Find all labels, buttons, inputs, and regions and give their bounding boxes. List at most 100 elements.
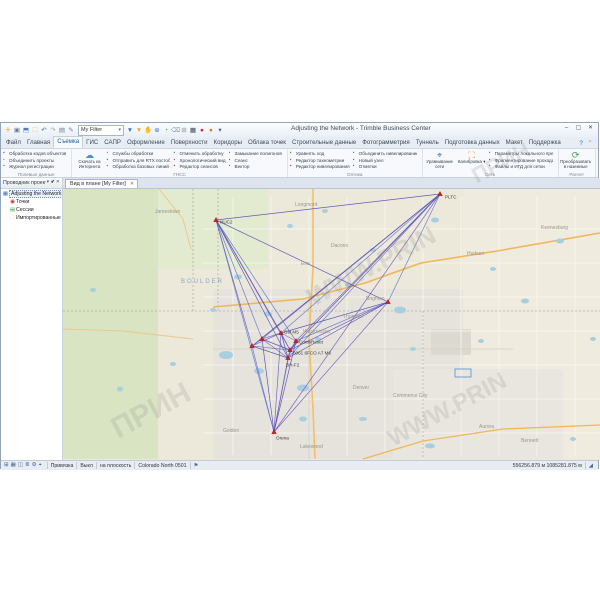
tab-подготовка-данных[interactable]: Подготовка данных [442, 138, 503, 148]
tree-item-root[interactable]: ▦Adjusting the Network [2, 190, 62, 198]
qat-icon[interactable]: ▼ [126, 126, 134, 135]
qat-icon[interactable]: ▼ [135, 126, 143, 135]
snap-value[interactable]: Выкл [80, 463, 93, 469]
status-icon[interactable]: ◫ [18, 462, 23, 469]
panel-button[interactable]: 🖈 [50, 179, 55, 187]
tab-файл[interactable]: Файл [3, 138, 24, 148]
tree-item-label: Adjusting the Network [9, 190, 62, 198]
tab-коридоры[interactable]: Коридоры [211, 138, 245, 148]
snap-label[interactable]: Привязка [51, 463, 74, 469]
station-label: NUC2 [220, 220, 233, 225]
close-button[interactable]: ✕ [585, 124, 596, 133]
qat-icon[interactable]: ✋ [144, 126, 152, 135]
ribbon-item[interactable]: ▪Фрагментирование прохода [489, 157, 553, 164]
qat-icon[interactable]: ⬒ [22, 126, 30, 135]
surface-mode[interactable]: на плоскость [100, 463, 131, 469]
status-icon[interactable]: ⊞ [4, 462, 9, 469]
tab-гис[interactable]: ГИС [83, 138, 101, 148]
ribbon-item[interactable]: ▪Файлы и ИГД для сетки [489, 163, 553, 170]
lake [521, 299, 529, 304]
ribbon-item[interactable]: ▪Уравнять ход [290, 150, 350, 157]
ribbon-button[interactable]: ⟳Преобразовать в наземные [561, 150, 591, 170]
station-label: 6061 6FCO A7 M6 [293, 351, 331, 356]
tab-туннель[interactable]: Туннель [413, 138, 442, 148]
tab-облака-точек[interactable]: Облака точек [245, 138, 289, 148]
qat-icon[interactable]: ⌫ [171, 126, 179, 135]
ribbon-column: ▪Уравнять ход▪Редактор тахеометрии▪Редак… [290, 150, 350, 170]
qat-icon[interactable]: ⊞ [180, 126, 188, 135]
tab-поверхности[interactable]: Поверхности [168, 138, 211, 148]
ribbon-item[interactable]: ▪Замыкание полигонов [229, 150, 282, 157]
status-icon[interactable]: ≣ [25, 462, 30, 469]
qat-icon[interactable]: ✎ [67, 126, 75, 135]
ribbon-button[interactable]: ⌖Уравнивание сети [425, 150, 455, 170]
ribbon-item-label: Замыкание полигонов [235, 151, 282, 156]
ribbon-item[interactable]: ▪Редактор сеансов [173, 163, 225, 170]
qat-icon[interactable]: 🗀 [31, 126, 39, 135]
lake [556, 239, 564, 244]
qat-icon[interactable]: ↷ [49, 126, 57, 135]
resize-grip-icon[interactable]: ◢ [589, 463, 593, 469]
ribbon-item[interactable]: ▪Сеанс [229, 157, 282, 164]
ribbon-item[interactable]: ▪Журнал регистрации [3, 163, 66, 170]
ribbon-item[interactable]: ▪Отметки [353, 163, 417, 170]
qat-icon[interactable]: ↶ [40, 126, 48, 135]
qat-icon[interactable]: ▾ [216, 126, 224, 135]
panel-button[interactable]: ▾ [47, 179, 50, 187]
qat-icon[interactable]: ● [198, 126, 206, 135]
help-icon[interactable]: ? [577, 139, 585, 148]
coordinate-system[interactable]: Colorado North 0501 [138, 463, 186, 469]
ribbon-column: ▪Замыкание полигонов▪Сеанс▪Вектор [229, 150, 282, 170]
ribbon-item[interactable]: ▪Вектор [229, 163, 282, 170]
ribbon-item[interactable]: ▪Редактор тахеометрии [290, 157, 350, 164]
ribbon-item[interactable]: ▪Параметры локального преобразования [489, 150, 553, 157]
help-icon[interactable]: ⌃ [586, 139, 594, 148]
ribbon-button[interactable]: ☁Скачать из Интернета [74, 150, 104, 170]
tab-сапр[interactable]: САПР [101, 138, 124, 148]
ribbon-item[interactable]: ▪Отправить для RTX постобр. [106, 157, 170, 164]
ribbon-item[interactable]: ▪Объединить проекты [3, 157, 66, 164]
ribbon-button-label: Преобразовать в наземные [560, 160, 591, 170]
tree-item-точки[interactable]: ◉Точки [2, 198, 62, 206]
tab-оформление[interactable]: Оформление [124, 138, 168, 148]
ribbon-item[interactable]: ▪Отменить обработку [173, 150, 225, 157]
tab-поддержка[interactable]: Поддержка [526, 138, 564, 148]
ribbon-item[interactable]: ▪Новый узел [353, 157, 417, 164]
maximize-button[interactable]: ▢ [573, 124, 584, 133]
plan-view-tab[interactable]: Вид в плане [My Filter] ✕ [65, 179, 138, 188]
filter-dropdown[interactable]: My Filter ▾ [78, 125, 124, 136]
ribbon-item[interactable]: ▪Обработка базовых линий [106, 163, 170, 170]
qat-icon[interactable]: ● [207, 126, 215, 135]
close-view-icon[interactable]: ✕ [130, 181, 134, 187]
qat-icon[interactable]: ✛ [4, 126, 12, 135]
tab-съемка[interactable]: Съемка [53, 136, 83, 148]
tree-item-сессии[interactable]: ▤Сессии [2, 206, 62, 214]
qat-icon[interactable]: ⊕ [153, 126, 161, 135]
qat-icon[interactable]: ◔ [162, 126, 170, 135]
tab-главная[interactable]: Главная [24, 138, 53, 148]
ribbon-button[interactable]: ⛶Калибровка ▾ [457, 150, 487, 170]
status-icon[interactable]: ▦ [11, 462, 16, 469]
ribbon-item[interactable]: ▪Обработка кодов объектов [3, 150, 66, 157]
status-icon[interactable]: ⌖ [39, 462, 42, 469]
qat-icon[interactable]: ▤ [58, 126, 66, 135]
qat-icon[interactable]: ▦ [189, 126, 197, 135]
qat-icon[interactable]: ▣ [13, 126, 21, 135]
ribbon-item[interactable]: ▪Редактор нивелирования [290, 163, 350, 170]
ribbon-item[interactable]: ▪Хронологический вид [173, 157, 225, 164]
tab-фотограмметрия[interactable]: Фотограмметрия [359, 138, 412, 148]
minimize-button[interactable]: – [561, 124, 572, 133]
tab-строительные-данные[interactable]: Строительные данные [289, 138, 359, 148]
ribbon-item[interactable]: ▪Службы обработки [106, 150, 170, 157]
ribbon-group-Расчет: ⟳Преобразовать в наземныеРасчет [559, 149, 596, 177]
lake [490, 267, 496, 271]
map-canvas[interactable]: PLTCNUC2Gst M5CurtisReset6061 6FCO A7 M6… [63, 189, 600, 460]
app-window: ✛▣⬒🗀↶↷▤✎ My Filter ▾ ▼▼✋⊕◔⌫⊞▦●●▾ Adjusti… [0, 122, 599, 469]
status-icon[interactable]: ⚙ [32, 462, 37, 469]
panel-button[interactable]: ✕ [56, 179, 60, 187]
tree-item-импортированные-файлы[interactable]: 🗀Импортированные файлы [2, 214, 62, 222]
ribbon-item[interactable]: ▪Объединить нивелирование [353, 150, 417, 157]
lake [359, 417, 367, 421]
tab-макет[interactable]: Макет [503, 138, 526, 148]
map-view[interactable]: PLTCNUC2Gst M5CurtisReset6061 6FCO A7 M6… [63, 189, 600, 460]
